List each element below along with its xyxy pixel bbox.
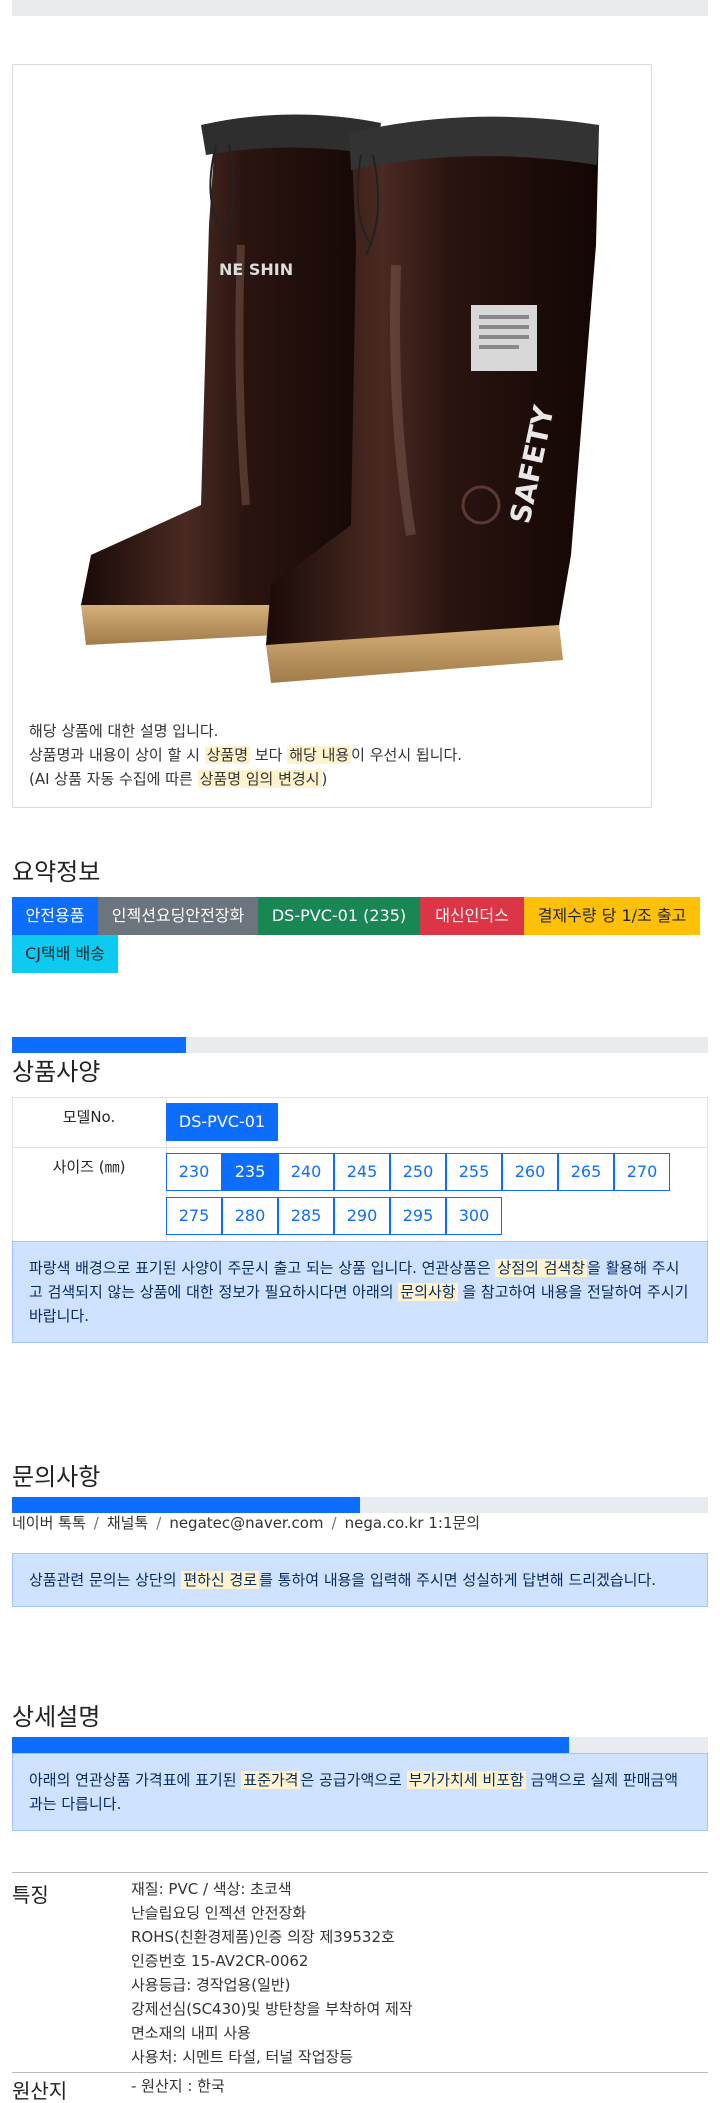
spec-title: 상품사양 bbox=[12, 1058, 101, 1086]
summary-title: 요약정보 bbox=[12, 858, 101, 886]
size-button-240[interactable]: 240 bbox=[278, 1153, 334, 1191]
spec-table: 모델No. DS-PVC-01 사이즈 (㎜) 230 235 240 245 … bbox=[12, 1097, 708, 1242]
size-button-275[interactable]: 275 bbox=[166, 1197, 222, 1235]
product-description: 해당 상품에 대한 설명 입니다. 상품명과 내용이 상이 할 시 상품명 보다… bbox=[29, 719, 629, 791]
spec-notice: 파랑색 배경으로 표기된 사양이 주문시 출고 되는 상품 입니다. 연관상품은… bbox=[12, 1241, 708, 1343]
model-button[interactable]: DS-PVC-01 bbox=[166, 1103, 278, 1141]
origin-label: 원산지 bbox=[12, 2079, 68, 2103]
feature-item: 난슬립요딩 인젝션 안전장화 bbox=[131, 1904, 307, 1922]
contact-email[interactable]: negatec@naver.com bbox=[169, 1514, 323, 1532]
feature-label: 특징 bbox=[12, 1883, 49, 1907]
desc-line-3: (AI 상품 자동 수집에 따른 상품명 임의 변경시) bbox=[29, 770, 328, 788]
origin-value: - 원산지 : 한국 bbox=[131, 2077, 225, 2095]
inquiry-notice: 상품관련 문의는 상단의 편하신 경로 를 통하여 내용을 입력해 주시면 성실하… bbox=[12, 1553, 708, 1607]
inquiry-progress-bar bbox=[12, 1497, 708, 1513]
contact-breadcrumb: 네이버 톡톡 / 채널톡 / negatec@naver.com / nega.co.kr … bbox=[12, 1514, 481, 1532]
size-button-235[interactable]: 235 bbox=[222, 1153, 278, 1191]
size-button-300[interactable]: 300 bbox=[446, 1197, 502, 1235]
feature-item: 인증번호 15-AV2CR-0062 bbox=[131, 1952, 309, 1970]
feature-item: 면소재의 내피 사용 bbox=[131, 2024, 251, 2042]
size-label: 사이즈 (㎜) bbox=[52, 1158, 126, 1176]
badge-category: 안전용품 bbox=[12, 897, 98, 935]
spec-progress-bar bbox=[12, 1037, 708, 1053]
spec-progress-fill bbox=[12, 1037, 186, 1053]
contact-naver-talk[interactable]: 네이버 톡톡 bbox=[12, 1514, 86, 1532]
detail-progress-fill bbox=[12, 1737, 569, 1753]
inquiry-title: 문의사항 bbox=[12, 1463, 101, 1491]
size-button-285[interactable]: 285 bbox=[278, 1197, 334, 1235]
badge-model: DS-PVC-01 (235) bbox=[258, 897, 420, 935]
top-progress-bar bbox=[12, 0, 708, 16]
contact-channel-talk[interactable]: 채널톡 bbox=[107, 1514, 148, 1532]
detail-progress-bar bbox=[12, 1737, 708, 1753]
size-button-295[interactable]: 295 bbox=[390, 1197, 446, 1235]
feature-list: 재질: PVC / 색상: 초코색 난슬립요딩 인젝션 안전장화 ROHS(친환… bbox=[131, 1877, 413, 2069]
feature-item: ROHS(친환경제품)인증 의장 제39532호 bbox=[131, 1928, 395, 1946]
product-card: NE SHIN SAFETY 해당 상품에 대한 설명 입니다. 상품명과 내용… bbox=[12, 64, 652, 808]
model-label: 모델No. bbox=[62, 1108, 116, 1126]
size-button-260[interactable]: 260 bbox=[502, 1153, 558, 1191]
badge-order-unit: 결제수량 당 1/조 출고 bbox=[524, 897, 700, 935]
size-button-265[interactable]: 265 bbox=[558, 1153, 614, 1191]
contact-site-inquiry[interactable]: nega.co.kr 1:1문의 bbox=[345, 1514, 481, 1532]
feature-item: 재질: PVC / 색상: 초코색 bbox=[131, 1880, 292, 1898]
product-image: NE SHIN SAFETY bbox=[81, 114, 599, 683]
size-button-255[interactable]: 255 bbox=[446, 1153, 502, 1191]
badge-maker: 대신인더스 bbox=[420, 897, 524, 935]
feature-item: 사용처: 시멘트 타설, 터널 작업장등 bbox=[131, 2048, 354, 2066]
feature-item: 사용등급: 경작업용(일반) bbox=[131, 1976, 291, 1994]
spec-row-model: 모델No. DS-PVC-01 bbox=[12, 1098, 708, 1148]
size-button-270[interactable]: 270 bbox=[614, 1153, 670, 1191]
feature-table: 특징 재질: PVC / 색상: 초코색 난슬립요딩 인젝션 안전장화 ROHS… bbox=[12, 1872, 708, 2103]
desc-line-2: 상품명과 내용이 상이 할 시 상품명 보다 해당 내용 이 우선시 됩니다. bbox=[29, 746, 463, 764]
size-button-280[interactable]: 280 bbox=[222, 1197, 278, 1235]
inquiry-progress-fill bbox=[12, 1497, 360, 1513]
size-button-245[interactable]: 245 bbox=[334, 1153, 390, 1191]
spec-row-size: 사이즈 (㎜) 230 235 240 245 250 255 260 265 … bbox=[12, 1148, 708, 1242]
desc-line-1: 해당 상품에 대한 설명 입니다. bbox=[29, 722, 219, 740]
badge-delivery: CJ택배 배송 bbox=[12, 935, 118, 973]
feature-item: 강제선심(SC430)및 방탄창을 부착하여 제작 bbox=[131, 2000, 413, 2018]
size-button-290[interactable]: 290 bbox=[334, 1197, 390, 1235]
detail-notice: 아래의 연관상품 가격표에 표기된 표준가격 은 공급가액으로 부가가치세 비포함… bbox=[12, 1753, 708, 1831]
size-button-230[interactable]: 230 bbox=[166, 1153, 222, 1191]
badge-product-type: 인젝션요딩안전장화 bbox=[98, 897, 258, 935]
svg-text:NE SHIN: NE SHIN bbox=[219, 260, 293, 279]
detail-title: 상세설명 bbox=[12, 1703, 101, 1731]
size-button-250[interactable]: 250 bbox=[390, 1153, 446, 1191]
